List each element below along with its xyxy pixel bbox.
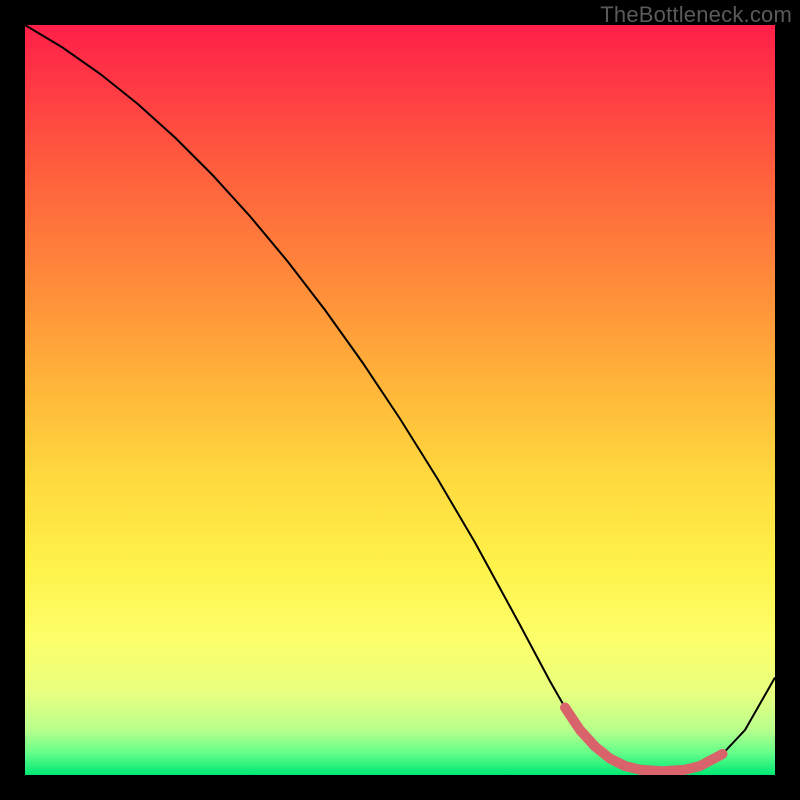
watermark-text: TheBottleneck.com	[600, 2, 792, 28]
chart-frame: TheBottleneck.com	[0, 0, 800, 800]
gradient-plot-area	[25, 25, 775, 775]
optimal-range-highlight	[565, 708, 723, 772]
bottleneck-curve	[25, 25, 775, 771]
chart-svg	[25, 25, 775, 775]
